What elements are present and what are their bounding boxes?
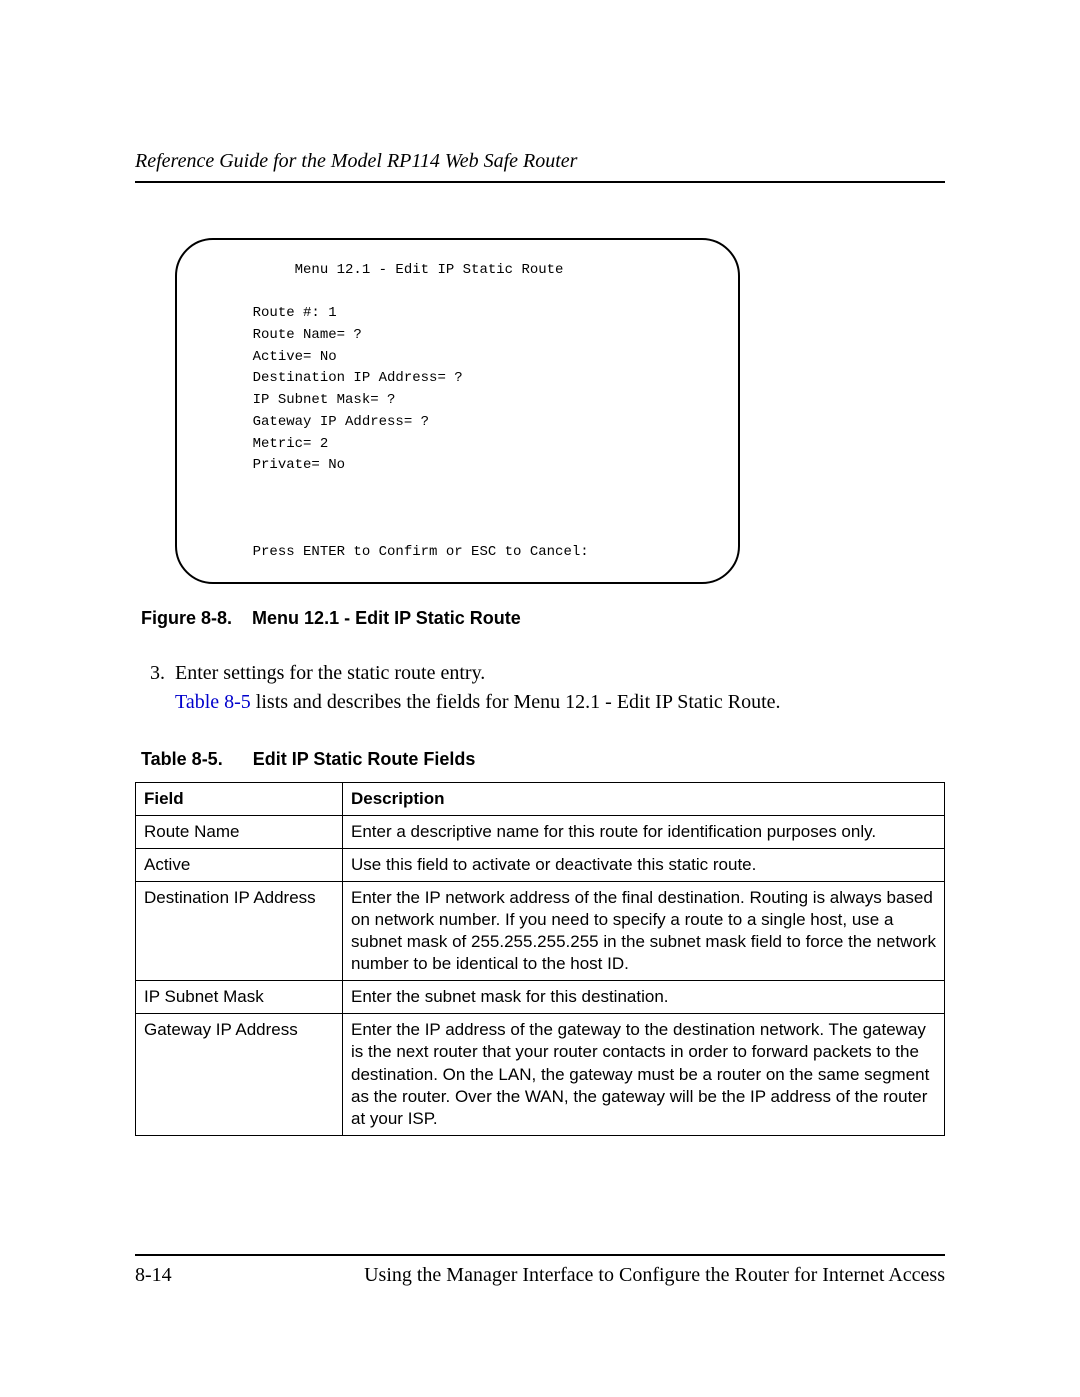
table-row: IP Subnet Mask Enter the subnet mask for… (136, 981, 945, 1014)
table-xref-link[interactable]: Table 8-5 (175, 691, 251, 713)
figure-line: Gateway IP Address= ? (177, 414, 429, 430)
step-tail: lists and describes the fields for Menu … (251, 691, 781, 713)
page-number: 8-14 (135, 1264, 172, 1287)
figure-line: Private= No (177, 457, 345, 473)
page: Reference Guide for the Model RP114 Web … (0, 0, 1080, 1397)
table-cell-desc: Enter the subnet mask for this destinati… (343, 981, 945, 1014)
figure-terminal-box: Menu 12.1 - Edit IP Static Route Route #… (175, 238, 740, 584)
figure-line: Route Name= ? (177, 327, 362, 343)
footer-chapter-title: Using the Manager Interface to Configure… (364, 1264, 945, 1287)
step-text: Enter settings for the static route entr… (175, 662, 485, 684)
table-row: Route Name Enter a descriptive name for … (136, 815, 945, 848)
running-header: Reference Guide for the Model RP114 Web … (135, 150, 945, 183)
table-cell-desc: Use this field to activate or deactivate… (343, 848, 945, 881)
figure-caption: Figure 8-8. Menu 12.1 - Edit IP Static R… (141, 608, 945, 629)
table-cell-field: Gateway IP Address (136, 1014, 343, 1135)
table-header-row: Field Description (136, 782, 945, 815)
figure-line: Metric= 2 (177, 436, 328, 452)
table-header-field: Field (136, 782, 343, 815)
figure-line: Active= No (177, 349, 337, 365)
table-cell-field: Destination IP Address (136, 881, 343, 980)
figure-line: Destination IP Address= ? (177, 370, 463, 386)
table-caption: Table 8-5. Edit IP Static Route Fields (141, 749, 945, 770)
figure-caption-text: Menu 12.1 - Edit IP Static Route (252, 608, 521, 628)
figure-title-line: Menu 12.1 - Edit IP Static Route (177, 262, 563, 278)
step-body: Enter settings for the static route entr… (175, 659, 945, 717)
step-number: 3. (135, 659, 175, 717)
table-cell-field: Active (136, 848, 343, 881)
table-caption-ref: Table 8-5. (141, 749, 223, 769)
table-cell-desc: Enter the IP network address of the fina… (343, 881, 945, 980)
table-row: Destination IP Address Enter the IP netw… (136, 881, 945, 980)
table-cell-desc: Enter a descriptive name for this route … (343, 815, 945, 848)
table-header-description: Description (343, 782, 945, 815)
figure-line: Route #: 1 (177, 305, 337, 321)
footer: 8-14 Using the Manager Interface to Conf… (135, 1254, 945, 1287)
table-row: Active Use this field to activate or dea… (136, 848, 945, 881)
figure-caption-ref: Figure 8-8. (141, 608, 232, 628)
fields-table: Field Description Route Name Enter a des… (135, 782, 945, 1136)
table-cell-field: Route Name (136, 815, 343, 848)
table-row: Gateway IP Address Enter the IP address … (136, 1014, 945, 1135)
table-caption-text: Edit IP Static Route Fields (253, 749, 476, 769)
table-cell-field: IP Subnet Mask (136, 981, 343, 1014)
figure-line: IP Subnet Mask= ? (177, 392, 395, 408)
step: 3. Enter settings for the static route e… (135, 659, 945, 717)
figure-prompt: Press ENTER to Confirm or ESC to Cancel: (177, 544, 589, 560)
table-cell-desc: Enter the IP address of the gateway to t… (343, 1014, 945, 1135)
